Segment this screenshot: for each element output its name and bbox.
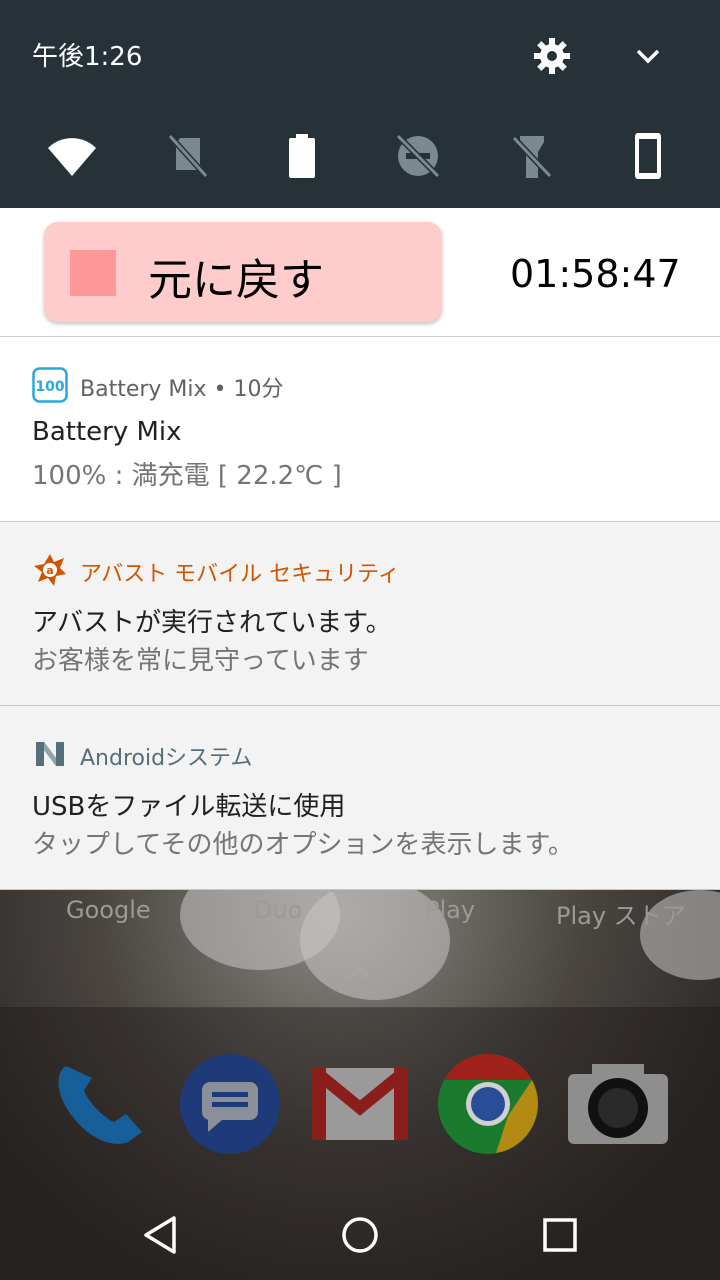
app-label-play-store[interactable]: Play ストア [556, 896, 686, 931]
notification-app-name: Androidシステム [80, 746, 253, 771]
notification-shade: 元に戻す 01:58:47 100 Battery Mix • 10分 Batt… [0, 208, 720, 890]
recents-icon[interactable] [535, 1210, 585, 1260]
home-icon[interactable] [335, 1210, 385, 1260]
quick-settings-header: 午後1:26 [0, 0, 720, 208]
notification-title: Battery Mix [32, 417, 182, 447]
chrome-icon[interactable] [436, 1052, 540, 1156]
app-label-duo[interactable]: Duo [254, 896, 302, 924]
android-n-icon [36, 742, 64, 766]
undo-notification: 元に戻す 01:58:47 [0, 208, 720, 337]
messages-icon[interactable] [178, 1052, 282, 1156]
app-label-google[interactable]: Google [66, 896, 151, 924]
camera-icon[interactable] [566, 1052, 670, 1156]
gmail-icon[interactable] [308, 1052, 412, 1156]
notification-battery-mix[interactable]: 100 Battery Mix • 10分 Battery Mix 100% :… [0, 337, 720, 522]
phone-icon[interactable] [46, 1052, 150, 1156]
battery-full-icon[interactable] [276, 130, 328, 182]
no-sim-icon[interactable] [162, 130, 214, 182]
svg-text:100: 100 [35, 379, 64, 395]
status-time: 午後1:26 [32, 42, 143, 72]
battery-100-icon: 100 [32, 367, 68, 403]
app-label-play[interactable]: Play [425, 896, 475, 924]
notification-app-name: Battery Mix • 10分 [80, 377, 284, 402]
chevron-up-icon[interactable] [346, 960, 372, 986]
notification-title: アバストが実行されています。 [32, 608, 392, 638]
chevron-down-icon[interactable] [632, 40, 664, 72]
stop-square-icon [70, 250, 116, 296]
notification-title: USBをファイル転送に使用 [32, 792, 346, 822]
notification-android-system[interactable]: Androidシステム USBをファイル転送に使用 タップしてその他のオプション… [0, 706, 720, 890]
avast-icon: a [34, 554, 66, 586]
app-labels: Google Duo Play Play ストア [0, 890, 720, 934]
undo-button[interactable]: 元に戻す [44, 222, 442, 322]
back-icon[interactable] [136, 1210, 186, 1260]
countdown-timer: 01:58:47 [510, 252, 681, 296]
dnd-off-icon[interactable] [392, 130, 444, 182]
notification-avast[interactable]: a アバスト モバイル セキュリティ アバストが実行されています。 お客様を常に… [0, 522, 720, 706]
phone-portrait-icon[interactable] [622, 130, 674, 182]
gear-icon[interactable] [532, 36, 572, 76]
notification-text: 100% : 満充電 [ 22.2℃ ] [32, 461, 342, 491]
undo-label: 元に戻す [148, 255, 324, 306]
notification-text: お客様を常に見守っています [32, 646, 369, 676]
notification-app-name: アバスト モバイル セキュリティ [80, 562, 400, 587]
svg-text:a: a [46, 564, 53, 577]
wifi-icon[interactable] [46, 130, 98, 182]
notification-text: タップしてその他のオプションを表示します。 [32, 830, 574, 860]
flashlight-off-icon[interactable] [506, 130, 558, 182]
navigation-bar [0, 1188, 720, 1280]
